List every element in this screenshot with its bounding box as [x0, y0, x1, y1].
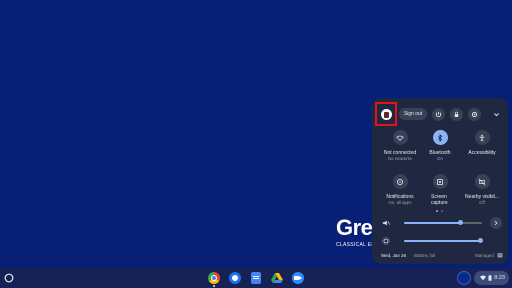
- quick-settings-panel: Sign out Not connected No networks Bluet…: [372, 98, 508, 264]
- tile-sublabel: Off: [479, 200, 485, 205]
- page-indicator: [436, 210, 443, 212]
- power-icon: [435, 111, 442, 118]
- date-label[interactable]: Wed, Jan 26: [381, 253, 406, 258]
- tile-sublabel: On, all apps: [388, 200, 412, 205]
- bluetooth-icon: [432, 130, 448, 145]
- brightness-slider-row: [372, 234, 508, 248]
- brightness-slider[interactable]: [404, 238, 483, 243]
- stylus-tools-button[interactable]: [457, 271, 471, 285]
- tile-bluetooth[interactable]: Bluetooth On: [419, 130, 461, 162]
- speaker-icon[interactable]: [382, 219, 390, 227]
- wifi-icon: [392, 130, 408, 145]
- tile-sublabel: On: [437, 156, 443, 161]
- brightness-fill: [404, 240, 480, 242]
- chevron-right-icon: [494, 220, 498, 226]
- quick-settings-footer: Wed, Jan 26 Battery full Managed: [372, 248, 508, 262]
- launcher-icon[interactable]: [4, 273, 14, 283]
- chrome-icon[interactable]: [208, 272, 220, 284]
- power-button[interactable]: [432, 108, 445, 121]
- app-icon[interactable]: [229, 272, 241, 284]
- battery-label: Battery full: [414, 253, 436, 258]
- meet-icon[interactable]: [292, 272, 304, 284]
- docs-icon[interactable]: [251, 272, 261, 284]
- avatar[interactable]: [381, 109, 392, 120]
- tile-accessibility[interactable]: Accessibility: [461, 130, 503, 156]
- clock: 8:23: [494, 275, 505, 281]
- nearby-share-icon: [474, 174, 490, 189]
- screen-capture-icon: [432, 174, 448, 189]
- page-dot[interactable]: [441, 210, 443, 212]
- tile-screen-capture[interactable]: Screen capture: [419, 174, 461, 206]
- notifications-icon: [392, 174, 408, 189]
- status-tray[interactable]: 8:23: [474, 271, 509, 285]
- lock-icon: [454, 111, 459, 117]
- avatar-highlight[interactable]: [375, 102, 397, 126]
- volume-fill: [404, 222, 460, 224]
- tile-sublabel: No networks: [388, 156, 412, 161]
- running-indicator: [213, 285, 215, 287]
- audio-settings-button[interactable]: [490, 217, 502, 229]
- sign-out-button[interactable]: Sign out: [399, 108, 427, 120]
- enterprise-icon: [497, 253, 503, 258]
- volume-slider-row: [372, 216, 508, 230]
- tile-label: Accessibility: [468, 150, 496, 156]
- page-dot[interactable]: [436, 210, 438, 212]
- gear-icon: [471, 111, 478, 118]
- volume-slider[interactable]: [404, 220, 482, 225]
- brightness-thumb[interactable]: [478, 238, 483, 243]
- shelf: 8:23: [0, 268, 512, 288]
- drive-icon[interactable]: [271, 272, 283, 284]
- managed-label[interactable]: Managed: [475, 253, 494, 258]
- wifi-status-icon: [480, 275, 487, 281]
- tile-label: Screen capture: [431, 194, 448, 206]
- settings-button[interactable]: [468, 108, 481, 121]
- chevron-down-icon: [493, 112, 499, 116]
- accessibility-icon: [474, 130, 490, 145]
- collapse-button[interactable]: [490, 108, 502, 120]
- tile-notifications[interactable]: Notifications On, all apps: [379, 174, 421, 206]
- battery-icon: [488, 275, 492, 281]
- volume-thumb[interactable]: [458, 220, 463, 225]
- brightness-icon: [382, 237, 390, 245]
- tile-network[interactable]: Not connected No networks: [379, 130, 421, 162]
- quick-settings-header: Sign out: [372, 98, 508, 130]
- tile-nearby-share[interactable]: Nearby visibil... Off: [461, 174, 503, 206]
- lock-button[interactable]: [450, 108, 463, 121]
